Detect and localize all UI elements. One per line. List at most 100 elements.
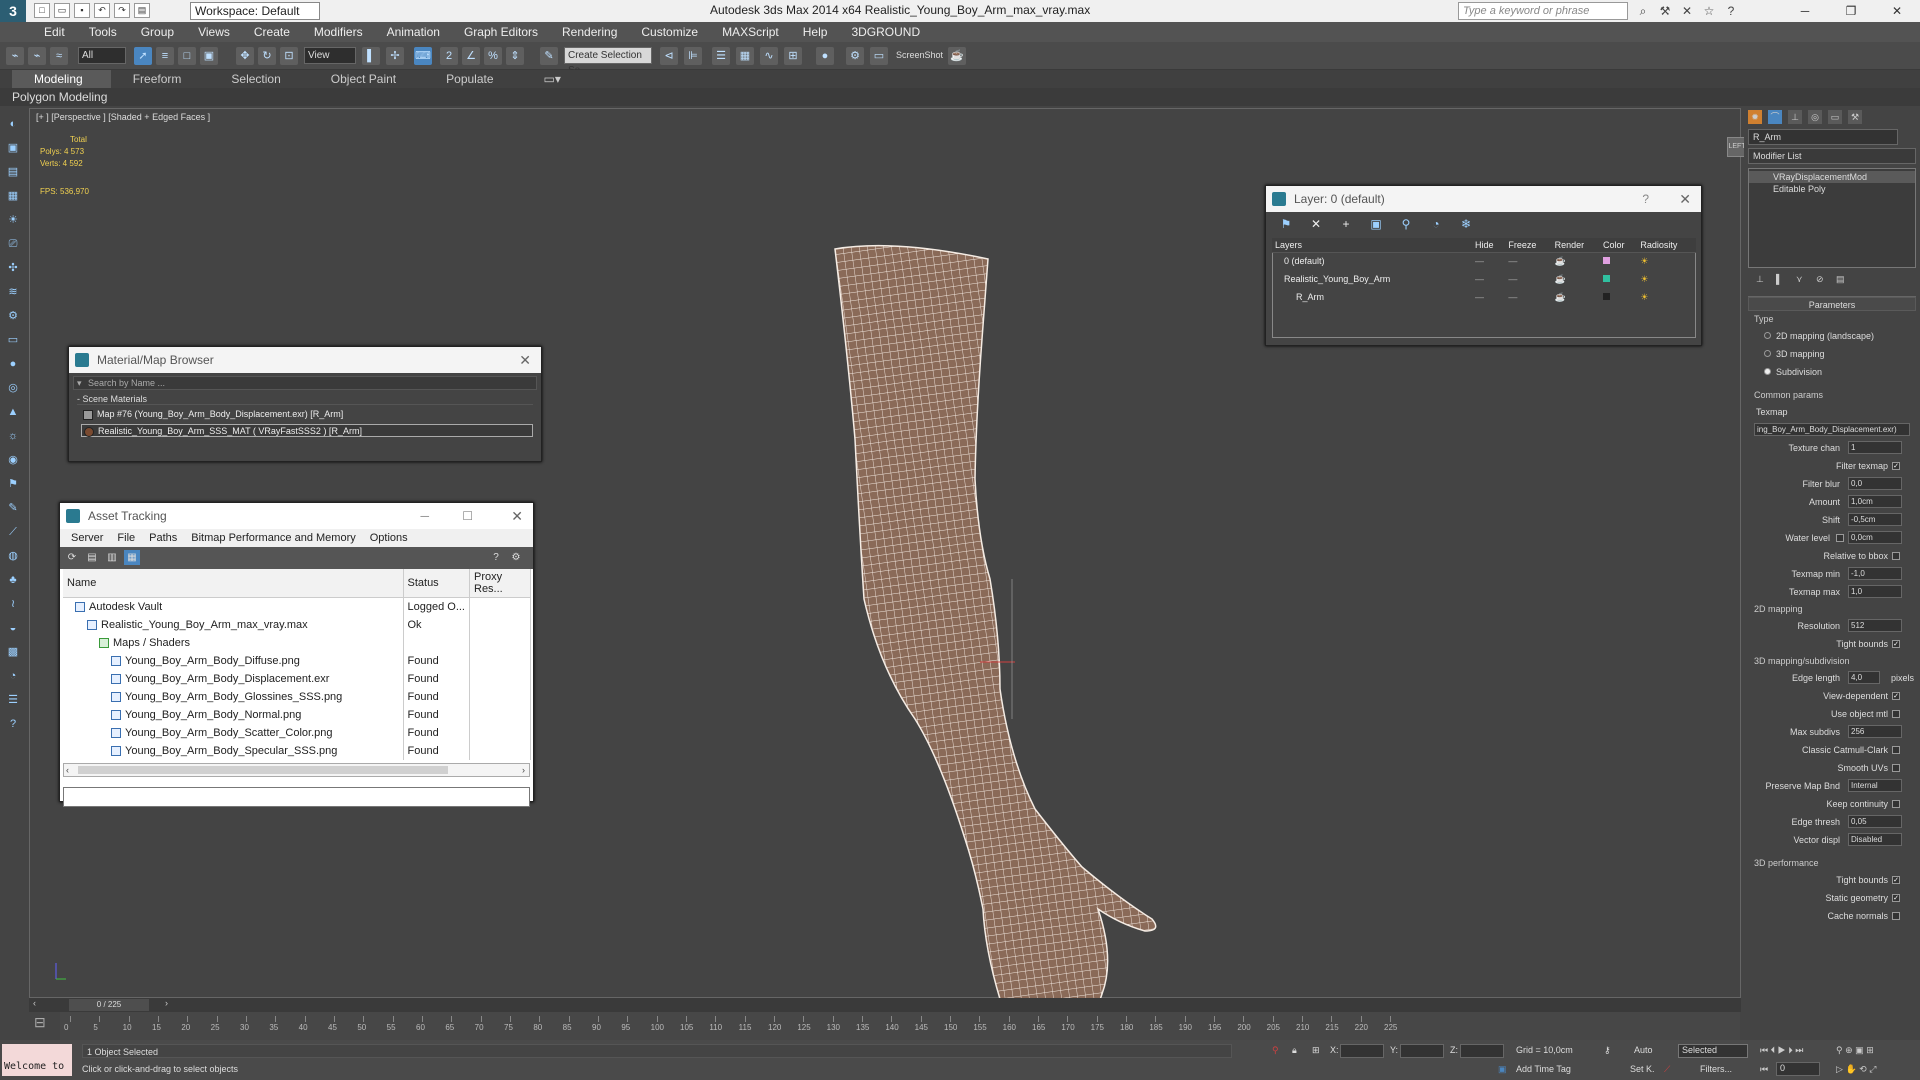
plant-icon[interactable]: ♣ xyxy=(4,571,22,589)
hide-all-layers-icon[interactable]: ◔ xyxy=(1428,216,1444,232)
menu-rendering[interactable]: Rendering xyxy=(550,22,629,42)
layer-name[interactable]: 0 (default) xyxy=(1284,256,1325,266)
freeze-toggle[interactable]: — xyxy=(1505,252,1551,270)
shift-spinner[interactable]: -0,5cm xyxy=(1848,513,1902,526)
scrollbar-thumb[interactable] xyxy=(78,765,448,774)
table-row[interactable]: Young_Boy_Arm_Body_Scatter_Color.png Foun… xyxy=(63,723,531,742)
color-swatch[interactable] xyxy=(1600,270,1637,288)
asset-menu-server[interactable]: Server xyxy=(64,529,110,547)
chevron-down-icon[interactable]: ▾ xyxy=(77,377,82,389)
ribbon-options-icon[interactable]: ▭▾ xyxy=(522,70,589,88)
mirror-icon[interactable]: ⊲ xyxy=(660,47,678,65)
ribbon-tab-populate[interactable]: Populate xyxy=(424,70,521,88)
vector-displ-dropdown[interactable]: Disabled xyxy=(1848,833,1902,846)
utilities-tab-icon[interactable]: ⚒ xyxy=(1848,110,1862,124)
color-swatch[interactable] xyxy=(1600,252,1637,270)
favorites-star-icon[interactable]: ☆ xyxy=(1701,3,1717,19)
plane-icon[interactable]: ▭ xyxy=(4,331,22,349)
menu-help[interactable]: Help xyxy=(791,22,840,42)
subscription-icon[interactable]: ⚒ xyxy=(1657,3,1673,19)
radiosity-toggle[interactable]: ☀ xyxy=(1637,270,1696,288)
menu-animation[interactable]: Animation xyxy=(375,22,452,42)
menu-create[interactable]: Create xyxy=(242,22,302,42)
parameters-rollout-header[interactable]: Parameters xyxy=(1748,297,1916,311)
type-radio-3d[interactable]: 3D mapping xyxy=(1748,345,1916,363)
communication-icon[interactable]: ✕ xyxy=(1679,3,1695,19)
amount-spinner[interactable]: 1,0cm xyxy=(1848,495,1902,508)
configure-sets-icon[interactable]: ▤ xyxy=(1836,274,1848,286)
app-logo[interactable]: 3 xyxy=(0,0,26,22)
current-frame-field[interactable]: 0 xyxy=(1776,1062,1820,1076)
stack-item-editable-poly[interactable]: Editable Poly xyxy=(1749,183,1915,195)
play-icon[interactable]: ▶ xyxy=(1778,1045,1786,1055)
key-filter-dropdown[interactable]: Selected xyxy=(1678,1044,1748,1058)
material-editor-icon[interactable]: ● xyxy=(816,47,834,65)
use-object-mtl-checkbox[interactable] xyxy=(1892,710,1900,718)
classic-catmull-checkbox[interactable] xyxy=(1892,746,1900,754)
settings-icon[interactable]: ⚙ xyxy=(508,550,524,565)
open-file-icon[interactable]: ▭ xyxy=(54,3,70,18)
new-layer-icon[interactable]: ⚑ xyxy=(1278,216,1294,232)
layer-color-icon[interactable] xyxy=(1602,275,1610,282)
systems-icon[interactable]: ⚙ xyxy=(4,307,22,325)
link-icon[interactable]: ⌁ xyxy=(6,47,24,65)
snaps-toggle-icon[interactable]: 2 xyxy=(440,47,458,65)
selection-filter-dropdown[interactable]: All xyxy=(78,47,126,64)
ribbon-tab-modeling[interactable]: Modeling xyxy=(12,70,111,88)
smooth-uvs-checkbox[interactable] xyxy=(1892,764,1900,772)
freeze-all-layers-icon[interactable]: ❄ xyxy=(1458,216,1474,232)
resolution-spinner[interactable]: 512 xyxy=(1848,619,1902,632)
close-icon[interactable]: ✕ xyxy=(519,347,531,373)
key-mode-icon[interactable]: ⏮ xyxy=(1760,1064,1768,1075)
texmap-button[interactable]: ing_Boy_Arm_Body_Displacement.exr) xyxy=(1754,423,1910,436)
stack-item-vraydisplacement[interactable]: VRayDisplacementMod xyxy=(1749,171,1915,183)
material-search-input[interactable]: ▾ Search by Name ... xyxy=(73,376,537,390)
hair-icon[interactable]: ≀ xyxy=(4,595,22,613)
tight-bounds-checkbox[interactable]: ✓ xyxy=(1892,640,1900,648)
pin-stack-icon[interactable]: ⊥ xyxy=(1756,274,1768,286)
zoom-all-icon[interactable]: ⊕ xyxy=(1845,1045,1853,1055)
help-icon[interactable]: ? xyxy=(1723,3,1739,19)
table-row[interactable]: Young_Boy_Arm_Body_Displacement.exr Found xyxy=(63,669,531,688)
keep-continuity-checkbox[interactable] xyxy=(1892,800,1900,808)
filter-blur-spinner[interactable]: 0,0 xyxy=(1848,477,1902,490)
asset-tracking-titlebar[interactable]: Asset Tracking ─ ☐ ✕ xyxy=(60,503,533,529)
percent-snap-icon[interactable]: % xyxy=(484,47,502,65)
menu-3dground[interactable]: 3DGROUND xyxy=(839,22,932,42)
radiosity-toggle[interactable]: ☀ xyxy=(1637,252,1696,270)
undo-icon[interactable]: ↶ xyxy=(94,3,110,18)
list-view-icon[interactable]: ▤ xyxy=(84,550,100,565)
modifier-list-dropdown[interactable]: Modifier List xyxy=(1748,148,1916,164)
type-radio-subdivision[interactable]: Subdivision xyxy=(1748,363,1916,381)
select-object-icon[interactable]: ➚ xyxy=(134,47,152,65)
spacewarps-icon[interactable]: ≋ xyxy=(4,283,22,301)
select-by-name-icon[interactable]: ≡ xyxy=(156,47,174,65)
shapes-icon[interactable]: ▤ xyxy=(4,163,22,181)
helpers-icon[interactable]: ✣ xyxy=(4,259,22,277)
absolute-mode-icon[interactable]: ⊞ xyxy=(1312,1045,1320,1056)
column-header-freeze[interactable]: Freeze xyxy=(1505,238,1552,253)
layer-manager-titlebar[interactable]: Layer: 0 (default) ? ✕ xyxy=(1266,186,1701,212)
arm-mesh[interactable] xyxy=(800,219,1220,1080)
hierarchy-tab-icon[interactable]: ⊥ xyxy=(1788,110,1802,124)
column-header-proxy[interactable]: Proxy Res... xyxy=(469,569,531,598)
table-row[interactable]: Maps / Shaders xyxy=(63,633,531,652)
table-row[interactable]: Young_Boy_Arm_Body_Diffuse.png Found xyxy=(63,651,531,670)
asset-menu-file[interactable]: File xyxy=(110,529,142,547)
screenshot-label[interactable]: ScreenShot xyxy=(896,50,943,60)
hide-toggle[interactable]: — xyxy=(1472,288,1505,306)
cone-icon[interactable]: ▲ xyxy=(4,403,22,421)
layer-color-icon[interactable] xyxy=(1602,293,1610,300)
show-end-result-icon[interactable]: ▌ xyxy=(1776,274,1788,286)
new-file-icon[interactable]: □ xyxy=(34,3,50,18)
material-browser-titlebar[interactable]: Material/Map Browser ✕ xyxy=(69,347,541,373)
slider-prev-icon[interactable]: ‹ xyxy=(33,998,36,1008)
layer-row[interactable]: R_Arm — — ☕ ☀ xyxy=(1272,288,1696,306)
asset-menu-options[interactable]: Options xyxy=(363,529,415,547)
graphite-toolbar-icon[interactable]: ▦ xyxy=(736,47,754,65)
select-manipulate-icon[interactable]: ✢ xyxy=(386,47,404,65)
layer-row[interactable]: Realistic_Young_Boy_Arm — — ☕ ☀ xyxy=(1272,270,1696,288)
ribbon-tab-selection[interactable]: Selection xyxy=(209,70,308,88)
slider-next-icon[interactable]: › xyxy=(165,998,168,1008)
maximize-icon[interactable]: ☐ xyxy=(462,503,473,529)
